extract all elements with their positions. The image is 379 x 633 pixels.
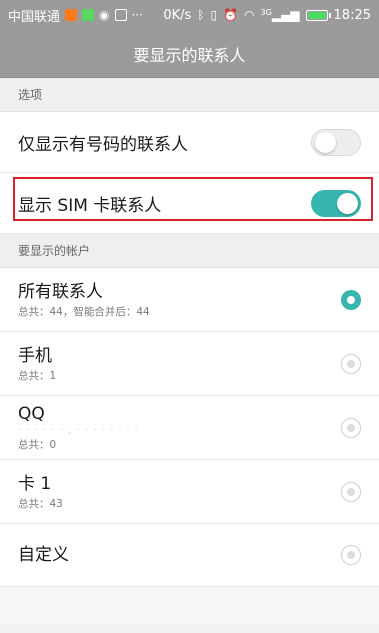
radio-unselected-icon[interactable] [341, 417, 361, 438]
account-row-sim1[interactable]: 卡 1 总共：43 [0, 460, 379, 524]
account-subtitle: 总共：1 [18, 369, 57, 382]
account-name: 卡 1 [18, 473, 52, 494]
account-row-phone[interactable]: 手机 总共：1 [0, 332, 379, 396]
account-name: 手机 [18, 345, 52, 366]
account-name: 所有联系人 [18, 281, 103, 302]
vibrate-icon: ▯ [210, 8, 218, 22]
status-bar: 中国联通 ◉ ··· 0K/s ᛒ ▯ ⏰ ◠ 3G▂▄▆ 18:25 [0, 0, 379, 30]
account-name: QQ [18, 404, 45, 424]
account-row-qq[interactable]: QQ · · · · · · , · · · · · · · · 总共：0 [0, 396, 379, 460]
radio-unselected-icon[interactable] [341, 545, 361, 565]
image-icon [114, 9, 127, 21]
network-speed: 0K/s [163, 7, 192, 23]
sim-icon [82, 9, 95, 21]
battery-icon [305, 9, 331, 21]
signal-icon: 3G▂▄▆ [260, 8, 300, 22]
bottom-filler [0, 587, 379, 625]
clock: 18:25 [333, 7, 371, 23]
show-sim-contacts-switch[interactable] [311, 189, 361, 217]
carrier-label: 中国联通 [8, 9, 61, 25]
account-row-custom[interactable]: 自定义 [0, 524, 379, 587]
accounts-section-title: 要显示的帐户 [18, 244, 91, 258]
options-section-header: 选项 [0, 78, 379, 112]
switch-knob [315, 131, 336, 153]
radio-selected-icon[interactable] [341, 289, 361, 310]
switch-knob [337, 192, 358, 214]
accounts-section-header: 要显示的帐户 [0, 234, 379, 268]
more-dots-icon: ··· [131, 8, 143, 22]
account-subtitle: 总共：43 [18, 497, 63, 510]
wechat-icon: ◉ [99, 8, 110, 22]
radio-unselected-icon[interactable] [341, 481, 361, 502]
options-section-title: 选项 [18, 88, 43, 102]
account-name: 自定义 [18, 545, 69, 565]
bluetooth-icon: ᛒ [197, 8, 205, 22]
radio-unselected-icon[interactable] [341, 353, 361, 374]
wifi-icon: ◠ [244, 8, 255, 22]
alarm-icon: ⏰ [223, 8, 239, 22]
only-with-number-switch[interactable] [311, 128, 361, 156]
show-sim-contacts-row[interactable]: 显示 SIM 卡联系人 [0, 173, 379, 234]
only-with-number-label: 仅显示有号码的联系人 [18, 134, 188, 155]
only-with-number-row[interactable]: 仅显示有号码的联系人 [0, 112, 379, 173]
page-title: 要显示的联系人 [133, 45, 246, 65]
battery-fill [307, 11, 326, 19]
title-bar: 要显示的联系人 [0, 30, 379, 78]
account-row-all[interactable]: 所有联系人 总共：44，智能合并后：44 [0, 268, 379, 332]
network-type: 3G [260, 8, 272, 17]
redacted-account-id: · · · · · · , · · · · · · · · [18, 425, 140, 436]
show-sim-contacts-label: 显示 SIM 卡联系人 [18, 195, 162, 216]
account-subtitle: 总共：44，智能合并后：44 [18, 305, 150, 318]
notification-app-icon [65, 9, 78, 21]
account-subtitle: 总共：0 [18, 439, 57, 451]
